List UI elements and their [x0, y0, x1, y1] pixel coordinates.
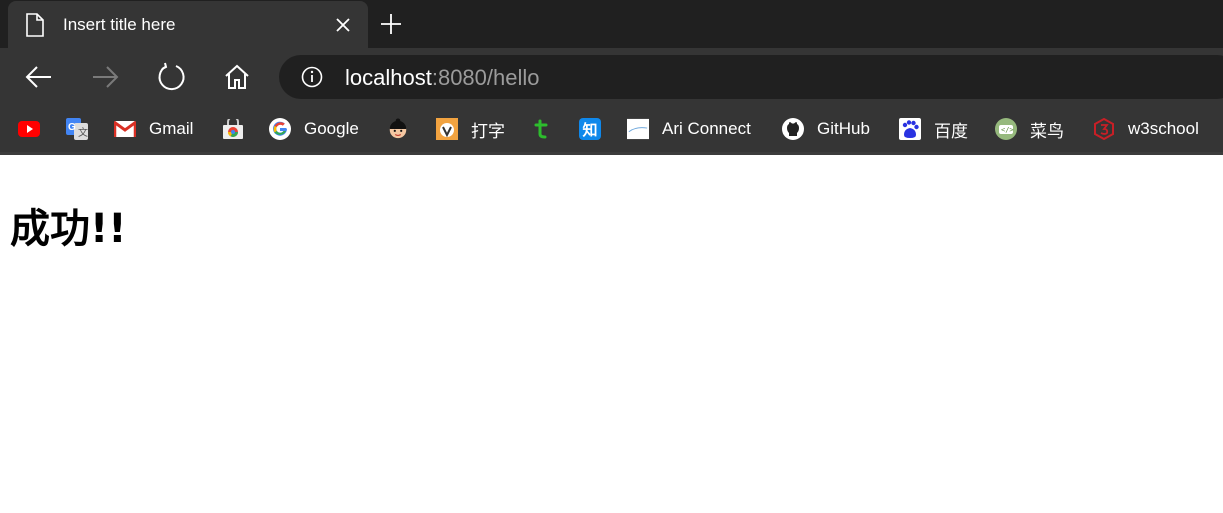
bookmark-label: 百度 [934, 121, 968, 141]
page-heading: 成功!! [10, 206, 127, 252]
bookmark-w3school[interactable]: w3school [1093, 117, 1199, 141]
tab-active[interactable]: Insert title here [8, 1, 368, 48]
t-icon [531, 118, 553, 140]
bookmark-google[interactable]: Google [269, 117, 359, 141]
google-translate-icon: G文 [66, 118, 88, 140]
site-info-icon[interactable] [301, 66, 323, 93]
forward-icon[interactable] [90, 62, 120, 92]
bookmark-typing[interactable]: 打字 [436, 117, 505, 141]
bookmark-label: 打字 [471, 121, 505, 141]
youtube-icon [18, 118, 40, 140]
bookmark-zhihu[interactable]: 知 [579, 117, 601, 141]
bookmark-web-store[interactable] [222, 117, 244, 141]
new-tab-icon[interactable] [380, 13, 402, 40]
avatar-icon [387, 118, 409, 140]
bookmark-google-translate[interactable]: G文 [66, 117, 88, 141]
bookmark-runoob[interactable]: </> 菜鸟 [995, 117, 1064, 141]
url-path: :8080/hello [431, 65, 540, 90]
w3school-icon [1093, 118, 1115, 140]
toolbar-divider [0, 152, 1223, 155]
url-host: localhost [345, 65, 432, 90]
tab-strip: Insert title here [0, 0, 1223, 48]
tab-title: Insert title here [63, 15, 176, 34]
bookmark-ari-connect[interactable]: Ari Connect [627, 117, 751, 141]
url-text[interactable]: localhost:8080/hello [345, 65, 540, 91]
bookmark-label: Ari Connect [662, 119, 751, 138]
zhihu-glyph: 知 [582, 120, 598, 139]
address-bar[interactable]: localhost:8080/hello [279, 55, 1223, 99]
bookmark-github[interactable]: GitHub [782, 117, 870, 141]
bookmarks-bar: G文 Gmail Google 打字 知 Ari Connect GitHub … [0, 104, 1223, 152]
svg-text:G: G [68, 122, 76, 133]
bookmark-avatar[interactable] [387, 117, 409, 141]
bookmark-label: Google [304, 119, 359, 138]
svg-text:文: 文 [78, 126, 88, 139]
bookmark-youtube[interactable] [18, 117, 40, 141]
google-icon [269, 118, 291, 140]
ari-connect-icon [627, 118, 649, 140]
close-icon[interactable] [332, 14, 354, 41]
home-icon[interactable] [222, 62, 252, 92]
bookmark-label: GitHub [817, 119, 870, 138]
baidu-icon [899, 118, 921, 140]
runoob-icon: </> [995, 118, 1017, 140]
chrome-web-store-icon [222, 118, 244, 140]
zhihu-icon: 知 [579, 118, 601, 140]
back-icon[interactable] [24, 62, 54, 92]
github-icon [782, 118, 804, 140]
navigation-toolbar: localhost:8080/hello [0, 48, 1223, 104]
page-icon [25, 13, 45, 42]
reload-icon[interactable] [156, 62, 186, 92]
bookmark-label: Gmail [149, 119, 194, 138]
bookmark-label: 菜鸟 [1030, 121, 1064, 141]
bookmark-baidu[interactable]: 百度 [899, 117, 968, 141]
bookmark-t[interactable] [531, 117, 553, 141]
gmail-icon [114, 118, 136, 140]
bookmark-gmail[interactable]: Gmail [114, 117, 193, 141]
svg-text:</>: </> [1001, 126, 1014, 134]
bookmark-label: w3school [1128, 119, 1199, 138]
typing-app-icon [436, 118, 458, 140]
